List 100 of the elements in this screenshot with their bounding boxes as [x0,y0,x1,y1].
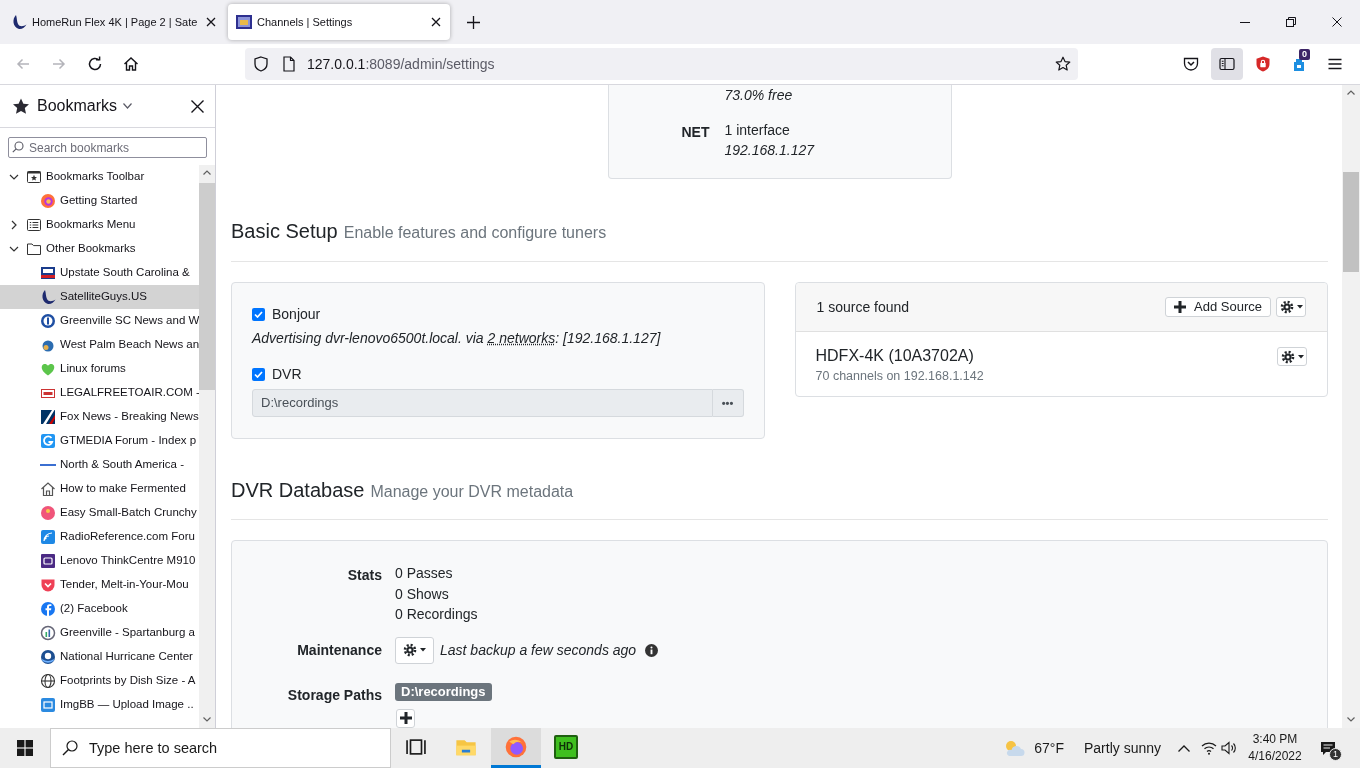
shield-icon [254,56,268,72]
close-icon [431,17,441,27]
tile-icon [40,265,56,281]
section-subtitle: Manage your DVR metadata [370,482,574,502]
settings-dropdown-button[interactable] [1276,297,1306,317]
bookmark-item[interactable]: Linux forums [0,357,199,381]
wave-tile-icon [40,529,56,545]
weather-button[interactable]: 67°F Partly sunny [997,728,1167,768]
bookmark-item[interactable]: West Palm Beach News an [0,333,199,357]
checkmark-icon [254,310,263,318]
bookmark-item[interactable]: Fox News - Breaking News [0,405,199,429]
settings-dropdown-button[interactable] [1277,347,1307,366]
browser-icon [505,735,527,758]
extension-button[interactable]: 0 [1283,48,1315,80]
device-name: HDFX-4K (10A3702A) [815,346,974,366]
folder-icon [26,241,42,257]
swoosh-icon [40,289,56,305]
source-count: 1 source found [816,297,910,317]
list-icon [26,217,42,233]
search-icon [12,141,24,153]
bookmark-item[interactable]: National Hurricane Center [0,645,199,669]
wifi-icon [1201,741,1217,755]
plus-icon [466,15,480,29]
circle-logo-icon [40,193,56,209]
add-path-button[interactable] [396,708,415,728]
checkbox[interactable] [252,307,265,321]
close-icon [190,99,204,113]
scrollbar-thumb[interactable] [1343,172,1359,272]
reload-icon [87,56,103,72]
tile-icon [40,433,56,449]
bookmark-item[interactable]: Other Bookmarks [0,237,199,261]
partly-cloudy-icon [1003,739,1026,757]
info-icon [645,643,659,657]
browser-button[interactable] [491,728,541,768]
search-icon [62,740,78,756]
star-folder-icon [26,169,42,185]
bookmark-item[interactable]: Tender, Melt-in-Your-Mou [0,573,199,597]
sidebar-switcher-button[interactable]: Bookmarks [37,94,133,118]
info-value: 73.0% free [724,86,793,105]
advertising-note: Advertising dvr-lenovo6500t.local. via 2 networks: [192.168.1.127] [252,329,662,348]
checkbox[interactable] [252,367,265,381]
bookmark-item[interactable]: Lenovo ThinkCentre M910 [0,549,199,573]
chevron-down-icon [123,103,133,109]
bookmark-item[interactable]: Greenville SC News and W [0,309,199,333]
checkmark-icon [254,370,263,378]
gear-icon [403,643,417,657]
taskbar-search-field[interactable]: Type here to search [50,728,391,768]
path-field[interactable]: D:\recordings [252,389,713,417]
menu-icon [1327,56,1343,72]
clock-button[interactable]: 3:40 PM 4/16/2022 [1243,728,1307,768]
star-icon [12,97,30,115]
bookmark-item[interactable]: SatelliteGuys.US [0,285,199,309]
globe-icon [40,673,56,689]
browser-tab[interactable]: Channels | Settings [228,4,450,40]
page-icon [283,56,295,72]
home-icon [123,56,139,72]
backup-note: Last backup a few seconds ago [440,640,637,660]
bookmark-item[interactable]: LEGALFREETOAIR.COM - [0,381,199,405]
bookmark-item[interactable]: Upstate South Carolina & [0,261,199,285]
extension-icon [1291,56,1307,72]
add-source-button[interactable]: Add Source [1165,297,1271,317]
search-field[interactable]: Search bookmarks [8,137,207,158]
minimize-icon [1240,21,1250,23]
circle-logo-icon [40,505,56,521]
heart-icon [40,361,56,377]
tile-icon [40,409,56,425]
maintenance-dropdown-button[interactable] [395,636,434,664]
swoosh-icon [11,14,27,30]
device-detail: 70 channels on 192.168.1.142 [815,368,984,385]
networks-link[interactable]: 2 networks [487,330,556,346]
plus-icon [1174,301,1187,313]
bookmark-item[interactable]: (2) Facebook [0,597,199,621]
info-value: 1 interface [724,121,790,140]
badge-count: 0 [1299,49,1310,60]
browse-button[interactable]: ••• [712,389,744,417]
field-label: NET [681,124,710,140]
bookmark-item[interactable]: RadioReference.com Foru [0,525,199,549]
bookmark-item[interactable]: ImgBB — Upload Image .. [0,693,199,717]
bookmark-item[interactable]: How to make Fermented [0,477,199,501]
browser-tab[interactable]: HomeRun Flex 4K | Page 2 | Sate [3,4,225,40]
bookmark-item[interactable]: North & South America - [0,453,199,477]
bookmark-item[interactable]: GTMEDIA Forum - Index p [0,429,199,453]
bookmark-item[interactable]: Easy Small-Batch Crunchy [0,501,199,525]
bookmark-item[interactable]: Bookmarks Menu [0,213,199,237]
stat-value: 0 Recordings [395,605,478,624]
message-icon [1320,740,1336,756]
bookmark-item[interactable]: Bookmarks Toolbar [0,165,199,189]
scrollbar-thumb[interactable] [199,183,215,390]
app-button[interactable]: HD [541,728,591,768]
app-logo: HD [554,734,578,759]
circle-logo-icon [40,601,56,617]
shield-lock-icon [1255,56,1271,72]
bookmark-item[interactable]: Getting Started [0,189,199,213]
caret-down-icon [1297,354,1304,359]
url-field[interactable]: 127.0.0.1:8089/admin/settings [245,48,1078,80]
sidebar-button[interactable] [1211,48,1243,80]
bookmark-item[interactable]: Footprints by Dish Size - A [0,669,199,693]
notifications-button[interactable]: 1 [1312,728,1344,768]
bookmark-item[interactable]: Greenville - Spartanburg a [0,621,199,645]
tile-icon [40,553,56,569]
